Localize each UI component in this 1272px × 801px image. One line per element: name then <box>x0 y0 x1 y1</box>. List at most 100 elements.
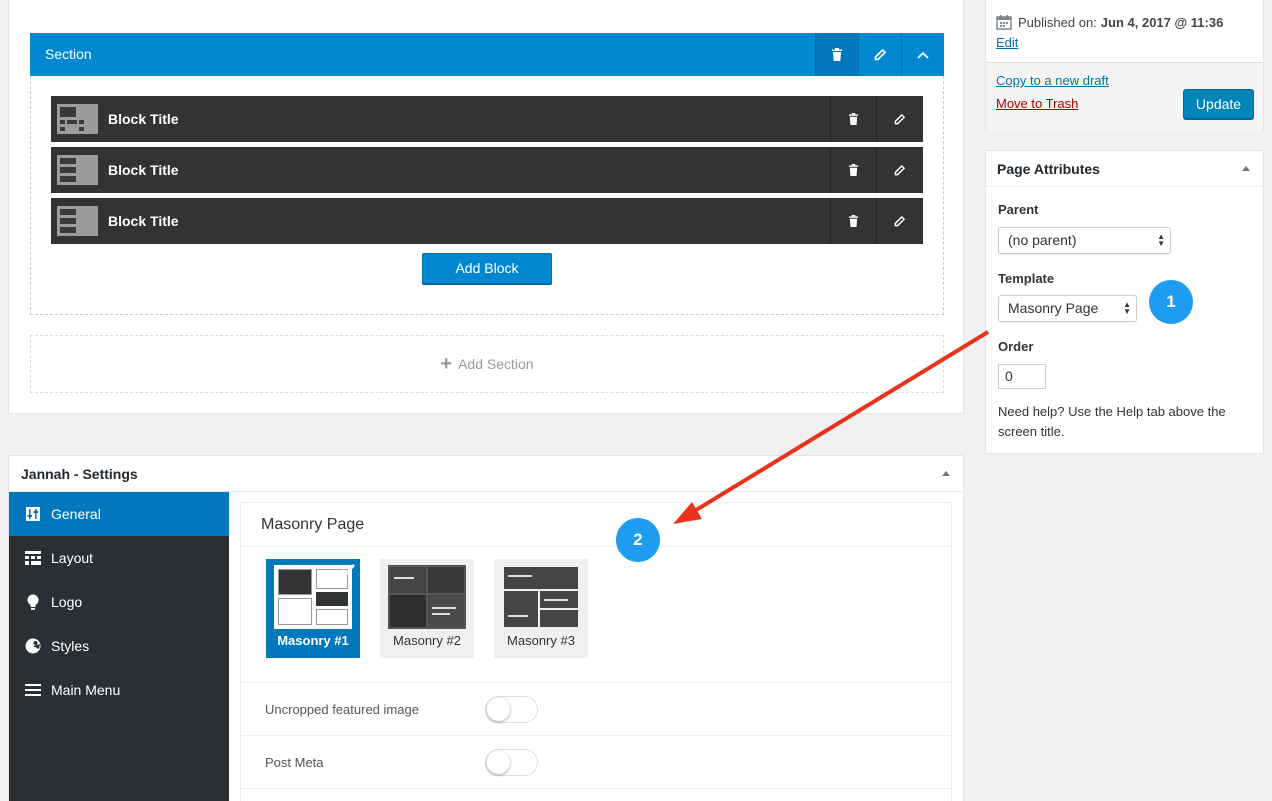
copy-to-draft-link[interactable]: Copy to a new draft <box>996 73 1109 88</box>
layout-option-label: Masonry #2 <box>393 633 461 648</box>
section-edit-button[interactable] <box>858 33 901 76</box>
section-body: Block Title Block Title Block Title Add … <box>30 76 944 315</box>
page-attributes-header[interactable]: Page Attributes <box>986 151 1263 187</box>
block-title: Block Title <box>108 162 179 178</box>
help-text: Need help? Use the Help tab above the sc… <box>998 404 1226 439</box>
palette-icon <box>24 637 42 655</box>
edit-date-link[interactable]: Edit <box>996 35 1018 50</box>
block-thumbnail-icon <box>57 155 98 185</box>
section-delete-button[interactable] <box>815 33 858 76</box>
annotation-badge-1: 1 <box>1149 280 1193 324</box>
layout-option-masonry-1[interactable]: Masonry #1 <box>266 559 360 658</box>
sliders-icon <box>24 505 42 523</box>
block-delete-button[interactable] <box>830 147 876 193</box>
lightbulb-icon <box>24 593 42 611</box>
pencil-icon <box>894 215 905 226</box>
sidebar-item-label: General <box>51 506 101 522</box>
trash-icon <box>848 215 859 227</box>
collapse-caret-icon[interactable] <box>1242 166 1250 171</box>
template-label: Template <box>998 271 1055 286</box>
add-section-label: Add Section <box>458 356 534 372</box>
move-to-trash-link[interactable]: Move to Trash <box>996 96 1078 111</box>
annotation-badge-2: 2 <box>616 518 660 562</box>
parent-select[interactable]: (no parent) ▲ ▼ <box>998 227 1171 254</box>
post-meta-toggle[interactable] <box>485 749 538 776</box>
sidebar-item-general[interactable]: General <box>9 492 229 536</box>
uncropped-image-toggle[interactable] <box>485 696 538 723</box>
add-section-button[interactable]: + Add Section <box>30 335 944 393</box>
template-select[interactable]: Masonry Page ▲ ▼ <box>998 295 1137 322</box>
plus-icon: + <box>440 353 453 375</box>
page-attributes-box: Page Attributes Parent (no parent) ▲ ▼ Te… <box>985 150 1264 454</box>
option-row-post-meta: Post Meta <box>241 735 951 788</box>
published-date: Jun 4, 2017 @ 11:36 <box>1100 14 1224 30</box>
panel-header: Masonry Page <box>241 503 951 547</box>
layout-option-masonry-2[interactable]: Masonry #2 <box>380 559 474 658</box>
parent-label: Parent <box>998 202 1039 217</box>
settings-sidebar: General Layout Logo Styles Main Menu <box>9 492 229 801</box>
section-header[interactable]: Section <box>30 33 944 76</box>
masonry-3-preview-icon <box>502 565 580 629</box>
chevron-up-icon <box>917 51 929 59</box>
option-row-uncropped-image: Uncropped featured image <box>241 682 951 735</box>
block-title: Block Title <box>108 213 179 229</box>
block-delete-button[interactable] <box>830 198 876 244</box>
pencil-icon <box>894 113 905 124</box>
calendar-icon <box>996 15 1012 30</box>
toggle-knob <box>487 698 510 721</box>
select-arrows-icon: ▲ ▼ <box>1123 300 1131 316</box>
settings-title: Jannah - Settings <box>21 466 138 482</box>
block-thumbnail-icon <box>57 104 98 134</box>
update-button[interactable]: Update <box>1183 89 1254 119</box>
layout-option-masonry-3[interactable]: Masonry #3 <box>494 559 588 658</box>
sidebar-item-label: Styles <box>51 638 90 654</box>
collapse-caret-icon[interactable] <box>942 471 950 476</box>
block-edit-button[interactable] <box>876 198 922 244</box>
checkmark-icon <box>341 564 355 576</box>
sidebar-item-styles[interactable]: Styles <box>9 624 229 668</box>
toggle-knob <box>487 751 510 774</box>
settings-header[interactable]: Jannah - Settings <box>9 456 963 492</box>
select-arrows-icon: ▲ ▼ <box>1157 232 1165 248</box>
block-item[interactable]: Block Title <box>51 198 923 244</box>
block-delete-button[interactable] <box>830 96 876 142</box>
parent-select-value: (no parent) <box>1008 232 1077 248</box>
theme-settings-panel: Jannah - Settings General Layout Logo St… <box>8 455 964 801</box>
page-attributes-title: Page Attributes <box>997 161 1100 177</box>
block-edit-button[interactable] <box>876 96 922 142</box>
sidebar-item-main-menu[interactable]: Main Menu <box>9 668 229 712</box>
template-select-value: Masonry Page <box>1008 300 1099 316</box>
trash-icon <box>848 164 859 176</box>
block-title: Block Title <box>108 111 179 127</box>
block-item[interactable]: Block Title <box>51 147 923 193</box>
option-label: Uncropped featured image <box>265 702 419 717</box>
trash-icon <box>832 48 842 61</box>
panel-title: Masonry Page <box>261 516 365 533</box>
section-title: Section <box>45 46 92 62</box>
sidebar-item-label: Main Menu <box>51 682 121 698</box>
sidebar-item-logo[interactable]: Logo <box>9 580 229 624</box>
publish-actions: Copy to a new draft Move to Trash Update <box>986 62 1263 131</box>
block-item[interactable]: Block Title <box>51 96 923 142</box>
add-block-button[interactable]: Add Block <box>422 253 552 284</box>
publish-box: Published on: Jun 4, 2017 @ 11:36 Edit C… <box>985 0 1264 131</box>
pencil-icon <box>894 164 905 175</box>
layout-grid-icon <box>24 549 42 567</box>
block-thumbnail-icon <box>57 206 98 236</box>
settings-main-panel: Masonry Page Masonry #1 Masonry #2 Mason… <box>240 502 952 801</box>
pencil-icon <box>874 48 886 60</box>
trash-icon <box>848 113 859 125</box>
hamburger-menu-icon <box>24 681 42 699</box>
option-row-next <box>241 788 951 801</box>
order-input[interactable]: 0 <box>998 364 1046 389</box>
published-label: Published on: <box>1018 14 1097 30</box>
sidebar-item-layout[interactable]: Layout <box>9 536 229 580</box>
block-edit-button[interactable] <box>876 147 922 193</box>
published-on-line: Published on: Jun 4, 2017 @ 11:36 <box>996 14 1223 30</box>
layout-option-label: Masonry #1 <box>277 633 349 648</box>
order-label: Order <box>998 339 1034 354</box>
section-collapse-button[interactable] <box>901 33 944 76</box>
masonry-2-preview-icon <box>388 565 466 629</box>
sidebar-item-label: Logo <box>51 594 83 610</box>
sidebar-item-label: Layout <box>51 550 94 566</box>
